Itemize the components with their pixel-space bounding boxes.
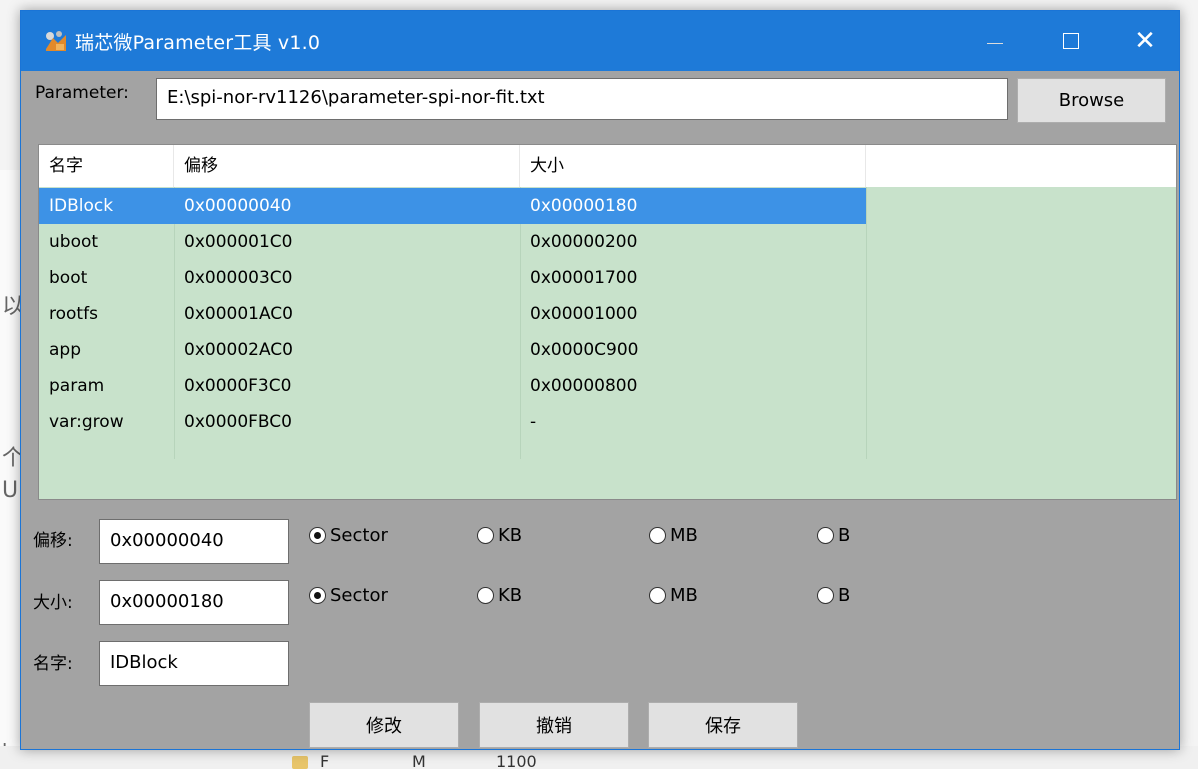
minimize-button[interactable]	[961, 11, 1029, 71]
table-row[interactable]: boot 0x000003C0 0x00001700	[39, 260, 866, 296]
cell-name: var:grow	[49, 412, 124, 432]
cell-offset: 0x000001C0	[184, 232, 293, 252]
radio-unchecked-icon	[477, 587, 494, 604]
radio-label: B	[838, 585, 851, 606]
save-button[interactable]: 保存	[648, 702, 798, 748]
column-header-size[interactable]: 大小	[520, 145, 866, 187]
parameter-path-input[interactable]: E:\spi-nor-rv1126\parameter-spi-nor-fit.…	[156, 78, 1008, 120]
column-header-name[interactable]: 名字	[39, 145, 174, 187]
offset-unit-b-radio[interactable]: B	[817, 525, 850, 546]
rockchip-logo-icon	[46, 31, 66, 51]
cell-name: param	[49, 376, 105, 396]
radio-unchecked-icon	[649, 527, 666, 544]
cell-offset: 0x0000FBC0	[184, 412, 292, 432]
undo-button[interactable]: 撤销	[479, 702, 629, 748]
cell-offset: 0x0000F3C0	[184, 376, 292, 396]
radio-checked-icon	[309, 527, 326, 544]
cell-size: -	[530, 412, 537, 432]
background-glyph: U	[2, 478, 19, 503]
offset-label: 偏移:	[33, 531, 73, 551]
cell-name: uboot	[49, 232, 99, 252]
cell-offset: 0x00002AC0	[184, 340, 293, 360]
cell-name: rootfs	[49, 304, 98, 324]
radio-label: MB	[670, 525, 698, 546]
radio-unchecked-icon	[817, 527, 834, 544]
background-file-size: 1100	[496, 752, 537, 771]
cell-size: 0x00001700	[530, 268, 638, 288]
size-unit-mb-radio[interactable]: MB	[649, 585, 698, 606]
cell-offset: 0x000003C0	[184, 268, 293, 288]
maximize-button[interactable]	[1037, 11, 1105, 71]
column-divider	[866, 187, 867, 459]
table-row[interactable]: rootfs 0x00001AC0 0x00001000	[39, 296, 866, 332]
cell-size: 0x00000200	[530, 232, 638, 252]
folder-icon	[292, 756, 308, 769]
browse-button[interactable]: Browse	[1017, 78, 1166, 123]
partition-table[interactable]: 名字 偏移 大小 IDBlock 0x00000040 0x00000180 u…	[38, 144, 1177, 500]
name-input[interactable]: IDBlock	[99, 641, 289, 686]
title-bar[interactable]: 瑞芯微Parameter工具 v1.0 ✕	[21, 11, 1179, 71]
table-row[interactable]: IDBlock 0x00000040 0x00000180	[39, 188, 866, 224]
table-header: 名字 偏移 大小	[39, 145, 1176, 187]
size-label: 大小:	[33, 593, 73, 613]
cell-name: IDBlock	[49, 196, 114, 216]
offset-unit-mb-radio[interactable]: MB	[649, 525, 698, 546]
size-input[interactable]: 0x00000180	[99, 580, 289, 625]
name-label: 名字:	[33, 654, 73, 674]
table-row[interactable]: var:grow 0x0000FBC0 -	[39, 404, 866, 440]
background-file-date: M	[412, 752, 426, 771]
cell-size: 0x00000180	[530, 196, 638, 216]
window-title: 瑞芯微Parameter工具 v1.0	[75, 32, 321, 54]
size-unit-b-radio[interactable]: B	[817, 585, 850, 606]
radio-checked-icon	[309, 587, 326, 604]
cell-name: boot	[49, 268, 88, 288]
cell-size: 0x00000800	[530, 376, 638, 396]
offset-unit-sector-radio[interactable]: Sector	[309, 525, 388, 546]
cell-offset: 0x00001AC0	[184, 304, 293, 324]
radio-label: KB	[498, 525, 523, 546]
radio-unchecked-icon	[817, 587, 834, 604]
radio-label: Sector	[330, 585, 388, 606]
close-icon: ✕	[1134, 26, 1156, 56]
maximize-icon	[1063, 33, 1079, 49]
cell-offset: 0x00000040	[184, 196, 292, 216]
size-unit-kb-radio[interactable]: KB	[477, 585, 522, 606]
radio-label: MB	[670, 585, 698, 606]
parameter-tool-window: 瑞芯微Parameter工具 v1.0 ✕ Parameter: E:\spi-…	[20, 10, 1180, 750]
column-header-offset[interactable]: 偏移	[174, 145, 520, 187]
radio-label: B	[838, 525, 851, 546]
close-button[interactable]: ✕	[1111, 11, 1179, 71]
modify-button[interactable]: 修改	[309, 702, 459, 748]
background-file-name: F	[320, 752, 330, 771]
radio-unchecked-icon	[649, 587, 666, 604]
size-unit-sector-radio[interactable]: Sector	[309, 585, 388, 606]
radio-label: Sector	[330, 525, 388, 546]
minimize-icon	[987, 42, 1003, 44]
radio-label: KB	[498, 585, 523, 606]
cell-name: app	[49, 340, 81, 360]
offset-input[interactable]: 0x00000040	[99, 519, 289, 564]
table-row[interactable]: app 0x00002AC0 0x0000C900	[39, 332, 866, 368]
offset-unit-kb-radio[interactable]: KB	[477, 525, 522, 546]
cell-size: 0x0000C900	[530, 340, 639, 360]
table-row[interactable]: param 0x0000F3C0 0x00000800	[39, 368, 866, 404]
table-row[interactable]: uboot 0x000001C0 0x00000200	[39, 224, 866, 260]
cell-size: 0x00001000	[530, 304, 638, 324]
parameter-label: Parameter:	[35, 83, 129, 103]
radio-unchecked-icon	[477, 527, 494, 544]
